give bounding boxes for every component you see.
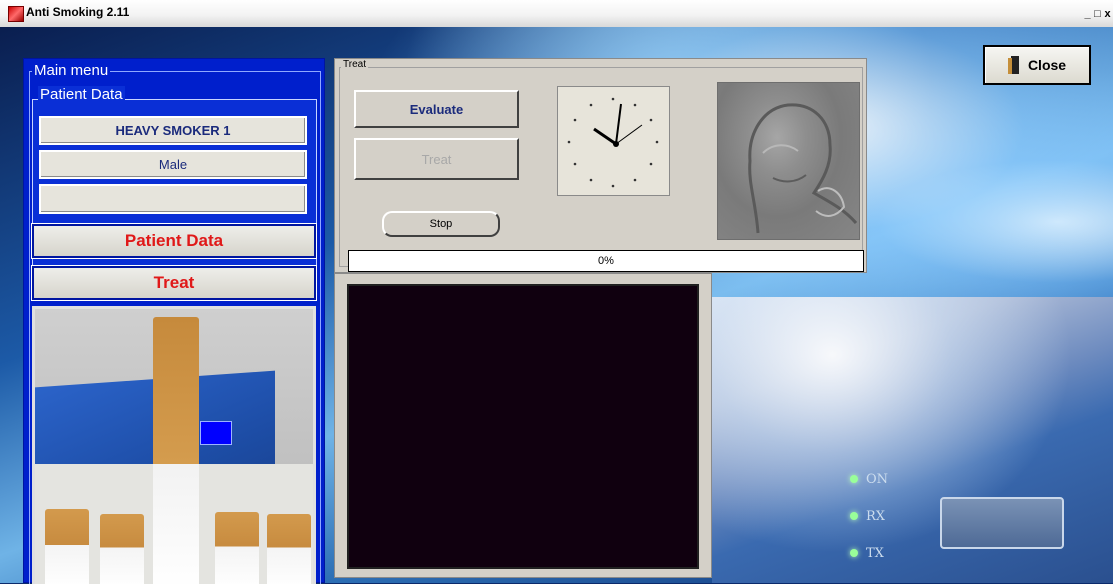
door-icon — [1007, 56, 1022, 74]
patient-extra-field[interactable] — [39, 184, 307, 214]
progress-bar: 0% — [348, 250, 864, 272]
app-icon — [8, 6, 24, 22]
cigarette-icon — [153, 317, 199, 584]
main-menu-panel: Main menu HEAVY SMOKER 1 Male Patient Da… — [23, 58, 325, 584]
treat-panel: Evaluate Treat Stop 0% Treat — [334, 58, 867, 273]
led-icon — [850, 549, 858, 557]
treat-menu-button[interactable]: Treat — [31, 265, 317, 301]
serial-port-icon — [940, 497, 1064, 549]
treat-group-label: Treat — [341, 59, 368, 70]
progress-text: 0% — [598, 255, 614, 267]
led-icon — [850, 475, 858, 483]
cigarette-pack-image — [32, 306, 316, 584]
patient-photo — [717, 82, 860, 240]
patient-data-button[interactable]: Patient Data — [31, 223, 317, 259]
window-title: Anti Smoking 2.11 — [26, 5, 130, 19]
patient-name-field[interactable]: HEAVY SMOKER 1 — [39, 116, 307, 145]
window-controls: _ □ x — [1083, 8, 1113, 20]
analog-clock — [557, 86, 670, 196]
device-label-tx: TX — [866, 546, 884, 561]
maximize-button[interactable]: □ — [1093, 8, 1103, 20]
patient-data-group-label: Patient Data — [38, 86, 125, 103]
treat-group: Evaluate Treat Stop 0% — [339, 67, 864, 272]
device-labels: ON RX TX — [850, 472, 888, 583]
title-bar: Anti Smoking 2.11 _ □ x — [0, 0, 1113, 28]
stop-button[interactable]: Stop — [382, 211, 500, 237]
close-window-button[interactable]: x — [1103, 8, 1113, 20]
video-display — [347, 284, 699, 569]
close-button-label: Close — [1027, 57, 1067, 73]
led-icon — [850, 512, 858, 520]
video-panel — [334, 273, 712, 578]
device-label-rx: RX — [866, 509, 886, 524]
pack-logo-icon — [200, 421, 232, 445]
main-menu-label: Main menu — [32, 62, 111, 79]
evaluate-button[interactable]: Evaluate — [354, 90, 519, 128]
minimize-button[interactable]: _ — [1083, 8, 1093, 20]
clock-icon — [567, 97, 659, 188]
patient-gender-field[interactable]: Male — [39, 150, 307, 179]
treat-button[interactable]: Treat — [354, 138, 519, 180]
close-button[interactable]: Close — [983, 45, 1091, 85]
device-label-on: ON — [866, 472, 889, 487]
